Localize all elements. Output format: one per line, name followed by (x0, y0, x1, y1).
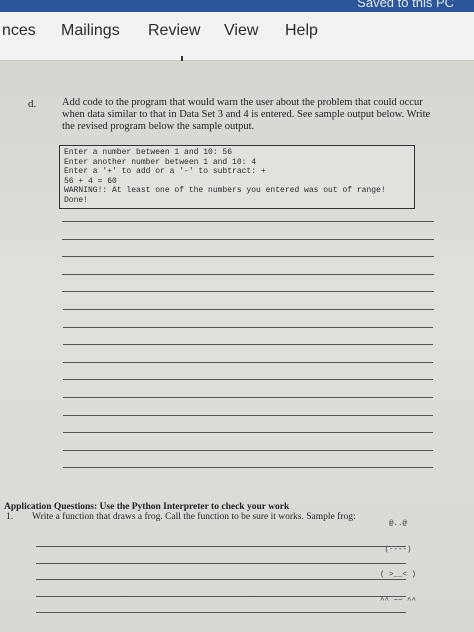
tab-review[interactable]: Review (148, 22, 200, 40)
writing-line (62, 344, 434, 346)
code-line: Enter a '+' to add or a '-' to subtract:… (64, 167, 266, 176)
writing-line (62, 379, 434, 381)
question-line: Add code to the program that would warn … (62, 97, 423, 108)
writing-line (63, 397, 433, 398)
item-text: Write a function that draws a frog. Call… (32, 512, 356, 522)
writing-line (36, 546, 406, 547)
writing-line (62, 361, 434, 363)
application-heading: Application Questions: Use the Python In… (4, 502, 290, 512)
writing-line (62, 291, 434, 293)
writing-line (62, 221, 434, 222)
writing-line (63, 414, 433, 416)
tab-references[interactable]: nces (2, 22, 36, 40)
writing-line (62, 238, 434, 240)
item-number: 1. (6, 512, 14, 522)
writing-line (62, 273, 434, 275)
writing-line (36, 612, 406, 613)
writing-line (63, 432, 433, 434)
writing-line (62, 309, 434, 310)
sample-output-box: Enter a number between 1 and 10: 56 Ente… (59, 145, 415, 209)
code-line: Enter another number between 1 and 10: 4 (64, 157, 257, 167)
code-line: WARNING!: At least one of the numbers yo… (64, 186, 386, 195)
writing-line (36, 579, 406, 580)
code-line: Enter a number between 1 and 10: 56 (64, 148, 233, 157)
save-status: Saved to this PC (357, 0, 454, 10)
writing-line (63, 449, 433, 451)
screen: Saved to this PC nces Mailings Review Vi… (0, 0, 474, 632)
question-line: when data similar to that in Data Set 3 … (62, 109, 431, 120)
ribbon-tabs: nces Mailings Review View Help (0, 12, 474, 61)
code-line: 56 + 4 = 60 (64, 176, 117, 186)
writing-line (62, 256, 434, 258)
writing-line (63, 467, 433, 469)
tab-help[interactable]: Help (285, 22, 318, 40)
question-line: the revised program below the sample out… (62, 121, 255, 132)
frog-line: @..@ (380, 520, 408, 528)
question-letter: d. (28, 98, 37, 110)
writing-line (36, 562, 406, 564)
tab-mailings[interactable]: Mailings (61, 22, 120, 40)
frog-line: ^^ ~~ ^^ (380, 596, 417, 605)
question-text: Add code to the program that would warn … (62, 97, 442, 133)
printed-worksheet: d. Add code to the program that would wa… (0, 61, 474, 632)
writing-line (36, 595, 406, 597)
tab-view[interactable]: View (224, 22, 258, 40)
title-bar: Saved to this PC (0, 0, 474, 12)
code-line: Done! (64, 195, 89, 205)
writing-line (62, 326, 434, 328)
